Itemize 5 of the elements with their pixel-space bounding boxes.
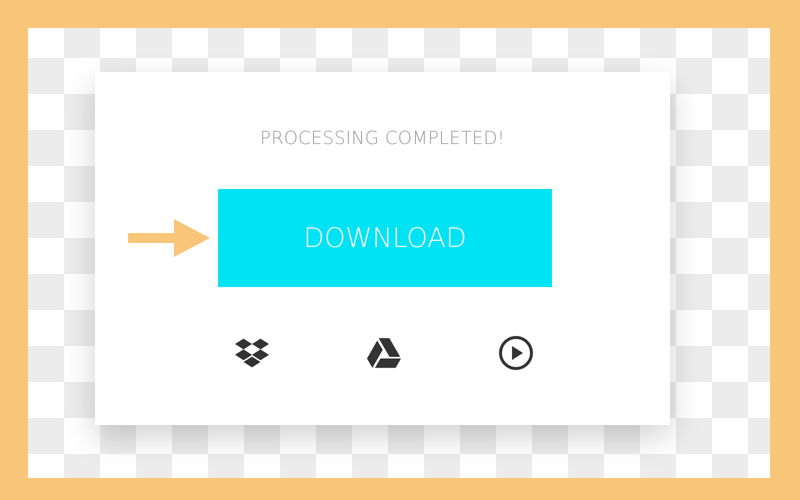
arrow-icon [128, 219, 210, 257]
status-text: PROCESSING COMPLETED! [260, 128, 505, 149]
triangle-icon[interactable] [366, 335, 402, 371]
play-icon[interactable] [498, 335, 534, 371]
download-button[interactable]: DOWNLOAD [218, 189, 552, 287]
